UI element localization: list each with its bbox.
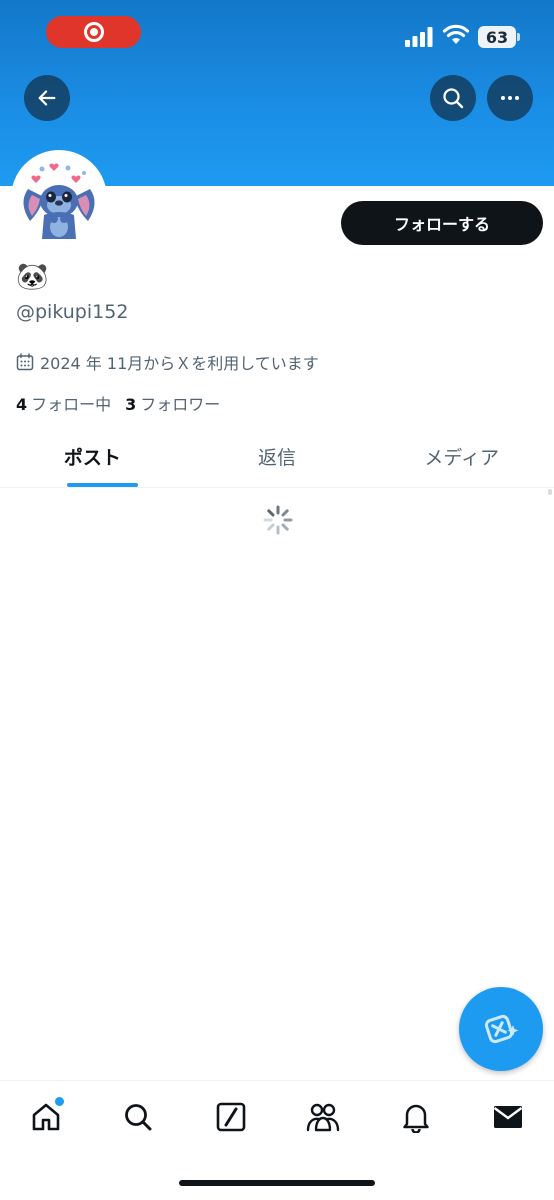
joined-text: 2024 年 11月からＸを利用しています (40, 354, 319, 373)
stitch-avatar-icon (14, 153, 104, 243)
tab-replies-label: 返信 (258, 447, 297, 469)
tab-posts[interactable]: ポスト (0, 426, 185, 487)
nav-grok[interactable] (211, 1097, 251, 1137)
status-bar: 63 (0, 0, 554, 70)
tab-media[interactable]: メディア (369, 426, 554, 487)
joined-date: 2024 年 11月からＸを利用しています (16, 350, 319, 374)
followers-stat[interactable]: 3 フォロワー (125, 391, 220, 415)
loading-spinner-icon (263, 505, 293, 535)
nav-home[interactable] (26, 1097, 66, 1137)
search-button[interactable] (430, 75, 476, 121)
avatar[interactable] (11, 150, 107, 246)
following-label: フォロー中 (31, 395, 112, 414)
envelope-icon (493, 1106, 523, 1128)
followers-count: 3 (125, 395, 137, 414)
following-count: 4 (16, 395, 28, 414)
bell-icon (403, 1104, 429, 1133)
calendar-icon (16, 353, 34, 371)
follow-stats: 4 フォロー中 3 フォロワー (16, 391, 220, 415)
follow-button-label: フォローする (393, 215, 490, 234)
back-button[interactable] (24, 75, 70, 121)
home-notification-dot (55, 1097, 64, 1106)
communities-icon (306, 1103, 340, 1132)
followers-label: フォロワー (140, 395, 221, 414)
grok-icon (216, 1102, 246, 1132)
back-arrow-icon (38, 90, 56, 106)
following-stat[interactable]: 4 フォロー中 (16, 391, 111, 415)
tab-media-label: メディア (424, 447, 500, 469)
home-indicator (179, 1180, 375, 1186)
battery-level: 63 (485, 27, 509, 47)
search-icon (125, 1104, 152, 1131)
more-button[interactable] (487, 75, 533, 121)
tab-posts-label: ポスト (63, 447, 121, 469)
nav-notifications[interactable] (396, 1097, 436, 1137)
signal-icon (405, 27, 433, 47)
nav-search[interactable] (118, 1097, 158, 1137)
active-tab-indicator (67, 483, 138, 487)
username-handle: @pikupi152 (16, 301, 129, 323)
scroll-indicator (548, 489, 552, 495)
battery-icon: 63 (478, 26, 520, 48)
more-icon (501, 96, 519, 100)
profile-screen: 63 フォローする 🐼 @pikupi152 2024 年 11月からＸを利用し… (0, 0, 554, 1200)
tab-replies[interactable]: 返信 (185, 426, 370, 487)
screen-recording-icon (83, 22, 104, 42)
nav-communities[interactable] (303, 1097, 343, 1137)
grok-compose-button[interactable] (459, 987, 543, 1071)
wifi-icon (442, 24, 470, 44)
display-name: 🐼 (16, 262, 49, 292)
follow-button[interactable]: フォローする (341, 201, 543, 245)
nav-messages[interactable] (488, 1097, 528, 1137)
screen-recording-indicator[interactable] (46, 16, 141, 48)
search-icon (443, 88, 464, 109)
profile-tabs: ポスト 返信 メディア (0, 426, 554, 488)
grok-compose-icon (484, 1014, 519, 1044)
